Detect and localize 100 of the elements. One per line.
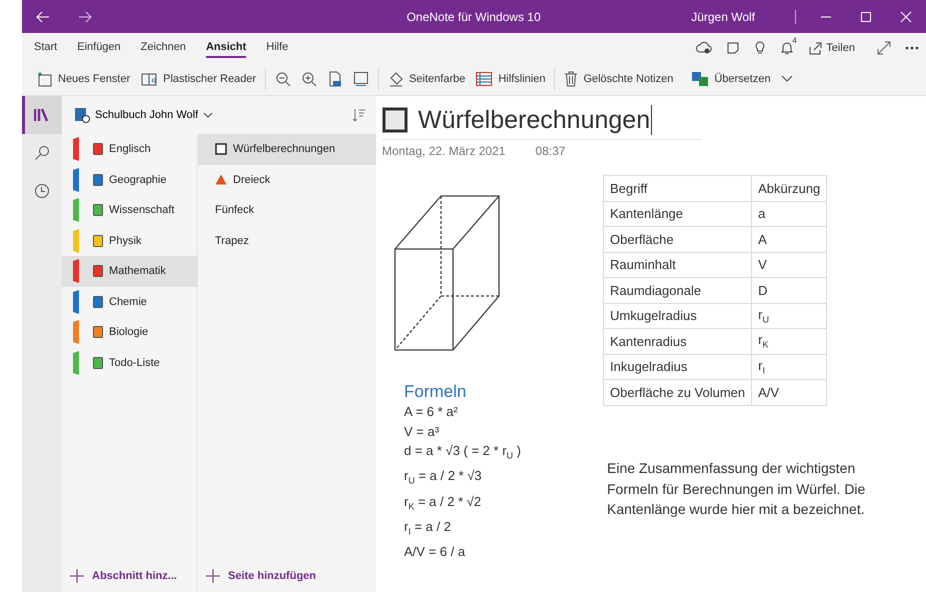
notebooks-icon	[34, 108, 50, 122]
share-icon	[808, 40, 822, 54]
share-button[interactable]: Teilen	[801, 40, 862, 54]
formula: A/V = 6 / a	[404, 542, 466, 561]
notification-count: 4	[792, 36, 797, 44]
table-cell: D	[752, 278, 827, 303]
section-icon	[93, 143, 103, 156]
clock-icon	[34, 183, 50, 199]
rule-lines-button[interactable]: Hilfslinien	[470, 66, 550, 92]
notebook-icon	[74, 107, 90, 123]
section-icon	[93, 296, 103, 308]
page-title[interactable]: Würfelberechnungen	[418, 105, 652, 135]
new-window-button[interactable]: Neues Fenster	[32, 66, 136, 92]
section-icon	[93, 265, 103, 278]
section-icon	[93, 326, 103, 338]
plus-icon	[70, 569, 84, 583]
table-cell: r$_{U}$	[752, 303, 827, 328]
back-icon	[36, 10, 50, 22]
table-cell: Oberfläche	[604, 226, 752, 252]
section-tab[interactable]: Englisch	[62, 134, 197, 164]
square-icon	[382, 107, 408, 133]
add-page-button[interactable]: Seite hinzufügen	[198, 560, 376, 592]
add-section-button[interactable]: Abschnitt hinz...	[62, 560, 197, 592]
formula: A = 6 * a²	[404, 403, 458, 421]
menu-tab[interactable]: Hilfe	[266, 37, 288, 58]
chevron-down-icon	[780, 74, 793, 82]
table-cell: Inkugelradius	[604, 354, 752, 380]
table-cell: r$_{I}$	[752, 354, 827, 380]
section-tab[interactable]: Biologie	[62, 317, 197, 348]
section-tab[interactable]: Todo-Liste	[62, 348, 197, 378]
page-width-icon	[353, 70, 370, 86]
page-tab[interactable]: Dreieck	[198, 164, 376, 195]
close-icon	[900, 10, 912, 22]
formula: r$_{I}$ = a / 2	[404, 518, 451, 538]
page-date: Montag, 22. März 2021	[382, 144, 506, 158]
table-cell: V	[752, 252, 827, 278]
menu-tab[interactable]: Zeichnen	[140, 37, 186, 58]
trash-icon	[564, 70, 578, 86]
deleted-notes-button[interactable]: Gelöschte Notizen	[559, 66, 678, 92]
menu-tab[interactable]: Ansicht	[206, 37, 246, 58]
table-cell: A	[752, 226, 827, 252]
zoom-out-icon	[275, 70, 292, 86]
page-time: 08:37	[535, 144, 566, 158]
table-cell: Umkugelradius	[604, 303, 752, 328]
formula: V = a³	[404, 422, 440, 441]
page-color-button[interactable]: Seitenfarbe	[383, 66, 470, 92]
table-cell: Rauminhalt	[604, 252, 752, 278]
menu-tab[interactable]: Einfügen	[77, 37, 121, 58]
section-tab[interactable]: Chemie	[62, 286, 197, 317]
formula: d = a * √3 ( = 2 * r$_{U}$ )	[404, 442, 521, 463]
new-window-icon	[37, 70, 53, 86]
page-tab[interactable]: Fünfeck	[198, 195, 376, 226]
section-icon	[93, 204, 103, 216]
column-header: Abkürzung	[752, 176, 827, 201]
section-tab[interactable]: Wissenschaft	[62, 195, 197, 226]
zoom-in-icon	[301, 70, 318, 86]
sort-icon	[352, 108, 366, 122]
forward-icon	[78, 10, 92, 22]
search-icon	[34, 145, 50, 161]
note-icon	[726, 40, 740, 54]
page-tab[interactable]: Trapez	[198, 226, 376, 256]
bell-icon	[780, 40, 794, 54]
window-title: OneNote für Windows 10	[406, 10, 541, 24]
more-icon	[905, 46, 919, 50]
plus-icon	[206, 569, 220, 583]
page-tab[interactable]: Würfelberechnungen	[198, 134, 376, 164]
lightbulb-icon	[754, 40, 766, 54]
notebook-selector[interactable]: Schulbuch John Wolf	[74, 107, 214, 123]
formula: r$_{U}$ = a / 2 * √3	[404, 467, 482, 488]
sort-button[interactable]	[352, 108, 366, 122]
table-cell: a	[752, 201, 827, 226]
chevron-down-icon	[203, 112, 214, 118]
menu-tab[interactable]: Start	[34, 37, 58, 58]
triangle-icon	[215, 174, 227, 186]
cloud-icon	[696, 40, 712, 54]
section-tab[interactable]: Physik	[62, 226, 197, 256]
section-tab[interactable]: Geographie	[62, 164, 197, 195]
reader-icon	[140, 70, 158, 86]
table-cell: Kantenlänge	[604, 201, 752, 226]
table-cell: Kantenradius	[604, 328, 752, 354]
immersive-reader-button[interactable]: Plastischer Reader	[135, 66, 262, 92]
table-cell: Oberfläche zu Volumen	[604, 380, 752, 405]
section-icon	[93, 234, 103, 247]
user-name[interactable]: Jürgen Wolf	[691, 10, 755, 24]
translate-icon	[691, 70, 710, 86]
section-tab[interactable]: Mathematik	[62, 256, 197, 286]
square-icon	[215, 143, 227, 156]
rule-lines-icon	[475, 70, 494, 86]
table-cell: r$_{K}$	[752, 328, 827, 354]
section-icon	[93, 356, 103, 369]
note-text: Eine Zusammenfassung der wichtigsten Formeln für Berechnungen im Würfel. Die Kantenlänge wurde hier mit a bezeichnet.	[607, 459, 866, 519]
maximize-icon	[860, 10, 872, 22]
notebooks-button[interactable]	[22, 96, 62, 134]
formula: r$_{K}$ = a / 2 * √2	[404, 492, 482, 514]
section-icon	[93, 174, 103, 186]
expand-icon	[877, 40, 891, 54]
translate-button[interactable]: Übersetzen	[686, 66, 776, 92]
page-icon	[327, 70, 344, 86]
formulas-heading: Formeln	[404, 382, 468, 402]
column-header: Begriff	[604, 176, 752, 201]
